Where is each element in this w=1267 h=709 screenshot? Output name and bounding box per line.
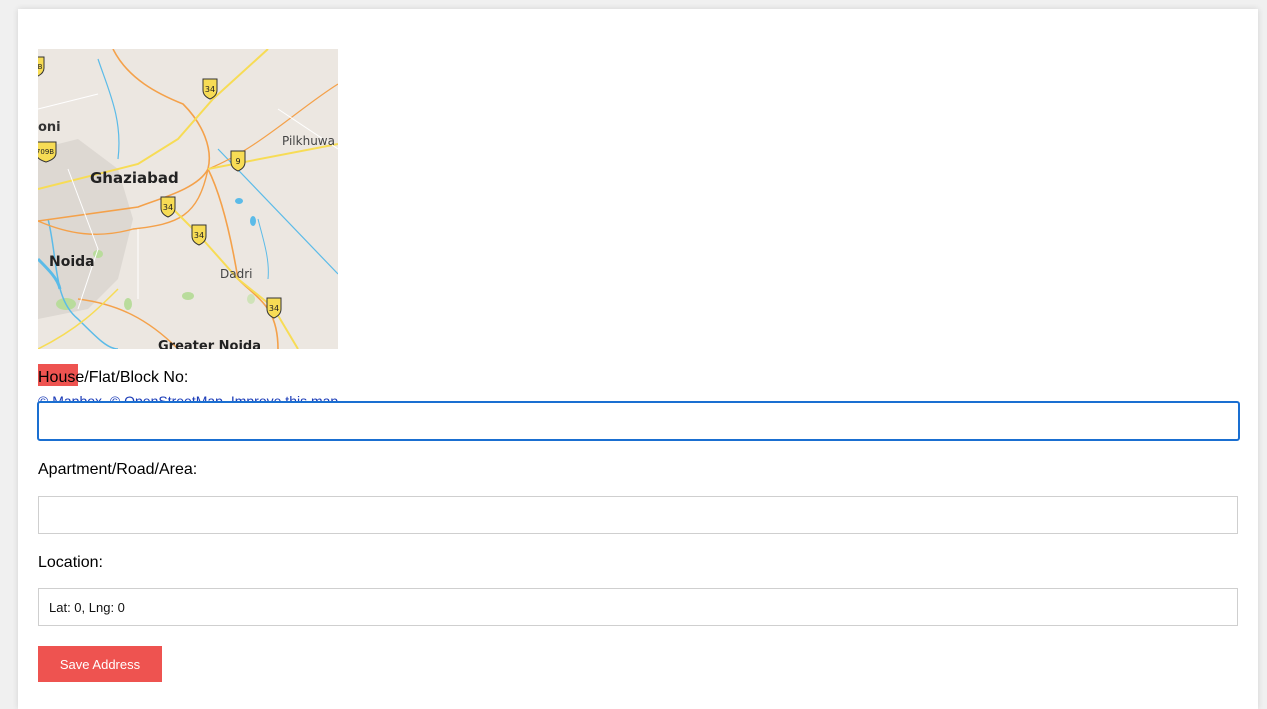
save-address-button[interactable]: Save Address — [38, 646, 162, 682]
highway-shield-34: 34 — [160, 196, 176, 218]
svg-text:B: B — [38, 63, 43, 71]
highway-shield-9: 9 — [230, 150, 246, 172]
house-label: House/Flat/Block No: — [38, 369, 189, 386]
map-label-greater-noida: Greater Noida — [158, 339, 261, 349]
highway-shield-34: 34 — [191, 224, 207, 246]
map-label-ghaziabad: Ghaziabad — [90, 169, 179, 187]
map-label-pilkhuwa: Pilkhuwa — [282, 134, 335, 148]
location-input[interactable] — [38, 588, 1238, 626]
map-label-noida: Noida — [49, 254, 95, 270]
highway-shield-34: 34 — [202, 78, 218, 100]
location-map[interactable]: 34 9 34 34 34 709B B Ghaziabad Noida Dad… — [38, 49, 338, 349]
svg-text:34: 34 — [194, 231, 204, 240]
svg-text:709B: 709B — [38, 148, 54, 156]
svg-text:34: 34 — [163, 203, 173, 212]
address-card: 34 9 34 34 34 709B B Ghaziabad Noida Dad… — [18, 9, 1258, 709]
map-label-dadri: Dadri — [220, 267, 252, 281]
highway-shield-34: 34 — [266, 297, 282, 319]
svg-text:9: 9 — [235, 157, 240, 166]
svg-text:34: 34 — [205, 85, 215, 94]
area-label: Apartment/Road/Area: — [38, 461, 198, 478]
area-input[interactable] — [38, 496, 1238, 534]
svg-text:34: 34 — [269, 304, 279, 313]
house-input[interactable] — [37, 401, 1240, 441]
map-label-oni: oni — [38, 120, 61, 135]
location-label: Location: — [38, 554, 103, 571]
highway-shield-709b: 709B — [38, 141, 57, 163]
map-canvas[interactable]: 34 9 34 34 34 709B B Ghaziabad Noida Dad… — [38, 49, 338, 349]
